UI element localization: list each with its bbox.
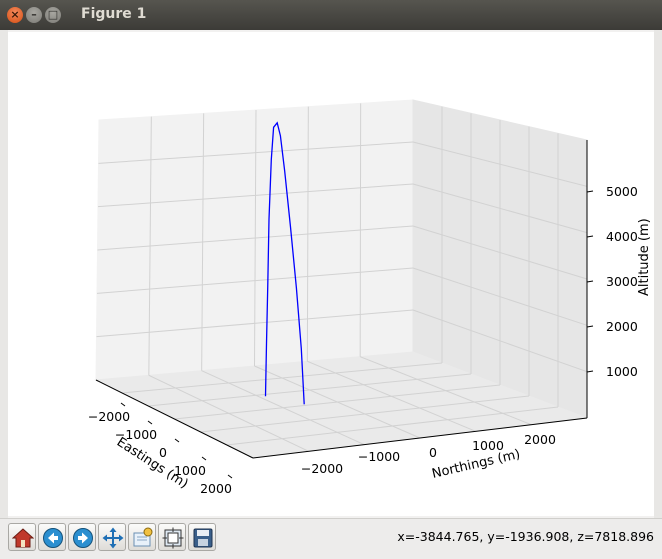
- save-button[interactable]: [188, 523, 216, 551]
- y-tick-label: −1000: [358, 449, 400, 464]
- back-arrow-icon: [43, 528, 63, 548]
- x-tick-mark: [120, 402, 126, 407]
- zoom-button[interactable]: [128, 523, 156, 551]
- close-window-button[interactable]: ×: [7, 7, 23, 23]
- 3d-plot[interactable]: −2000−1000010002000−2000−1000 0 1000 200010…: [8, 32, 654, 516]
- floppy-disk-icon: [193, 528, 213, 548]
- back-button[interactable]: [38, 523, 66, 551]
- navigation-toolbar: x=-3844.765, y=-1936.908, z=7818.896: [0, 518, 662, 559]
- pan-button[interactable]: [98, 523, 126, 551]
- home-button[interactable]: [8, 523, 36, 551]
- x-tick-label: 0: [159, 445, 167, 460]
- z-tick-mark: [586, 235, 594, 238]
- title-bar: × – □ Figure 1: [0, 0, 662, 30]
- z-tick-mark: [586, 190, 594, 193]
- window-title: Figure 1: [81, 6, 147, 22]
- y-tick-label: 2000: [524, 432, 556, 447]
- forward-arrow-icon: [73, 528, 93, 548]
- x-tick-mark: [147, 420, 153, 425]
- z-tick-label: 3000: [606, 274, 638, 289]
- x-tick-mark: [201, 456, 207, 461]
- figure-canvas[interactable]: −2000 −1000 0 1000 2000 −2000 −1000 0 1000 2000 10…: [8, 32, 654, 516]
- figure-window: × – □ Figure 1 −2000 −1000 0 1000 2000 −2000−…: [0, 0, 662, 559]
- left-window-edge: [0, 30, 8, 518]
- y-tick-label: −2000: [301, 461, 343, 476]
- maximize-window-button[interactable]: □: [45, 7, 61, 23]
- minimize-window-button[interactable]: –: [26, 7, 42, 23]
- pan-arrows-icon: [102, 527, 124, 549]
- right-window-edge: [654, 30, 662, 518]
- subplots-icon: [162, 527, 184, 549]
- home-icon: [12, 528, 34, 548]
- z-tick-label: 1000: [606, 364, 638, 379]
- forward-button[interactable]: [68, 523, 96, 551]
- coordinate-readout: x=-3844.765, y=-1936.908, z=7818.896: [397, 529, 654, 544]
- z-tick-mark: [586, 325, 594, 328]
- x-tick-label: 2000: [200, 481, 232, 496]
- zoom-rect-icon: [133, 527, 153, 547]
- x-tick-label: −2000: [88, 409, 130, 424]
- z-tick-label: 2000: [606, 319, 638, 334]
- subplots-button[interactable]: [158, 523, 186, 551]
- x-tick-mark: [174, 438, 180, 443]
- z-tick-label: 5000: [606, 184, 638, 199]
- z-tick-label: 4000: [606, 229, 638, 244]
- z-tick-mark: [586, 280, 594, 283]
- z-axis-label: Altitude (m): [637, 218, 652, 296]
- z-tick-mark: [586, 370, 594, 373]
- y-tick-label: 0: [429, 445, 437, 460]
- x-tick-mark: [227, 474, 233, 479]
